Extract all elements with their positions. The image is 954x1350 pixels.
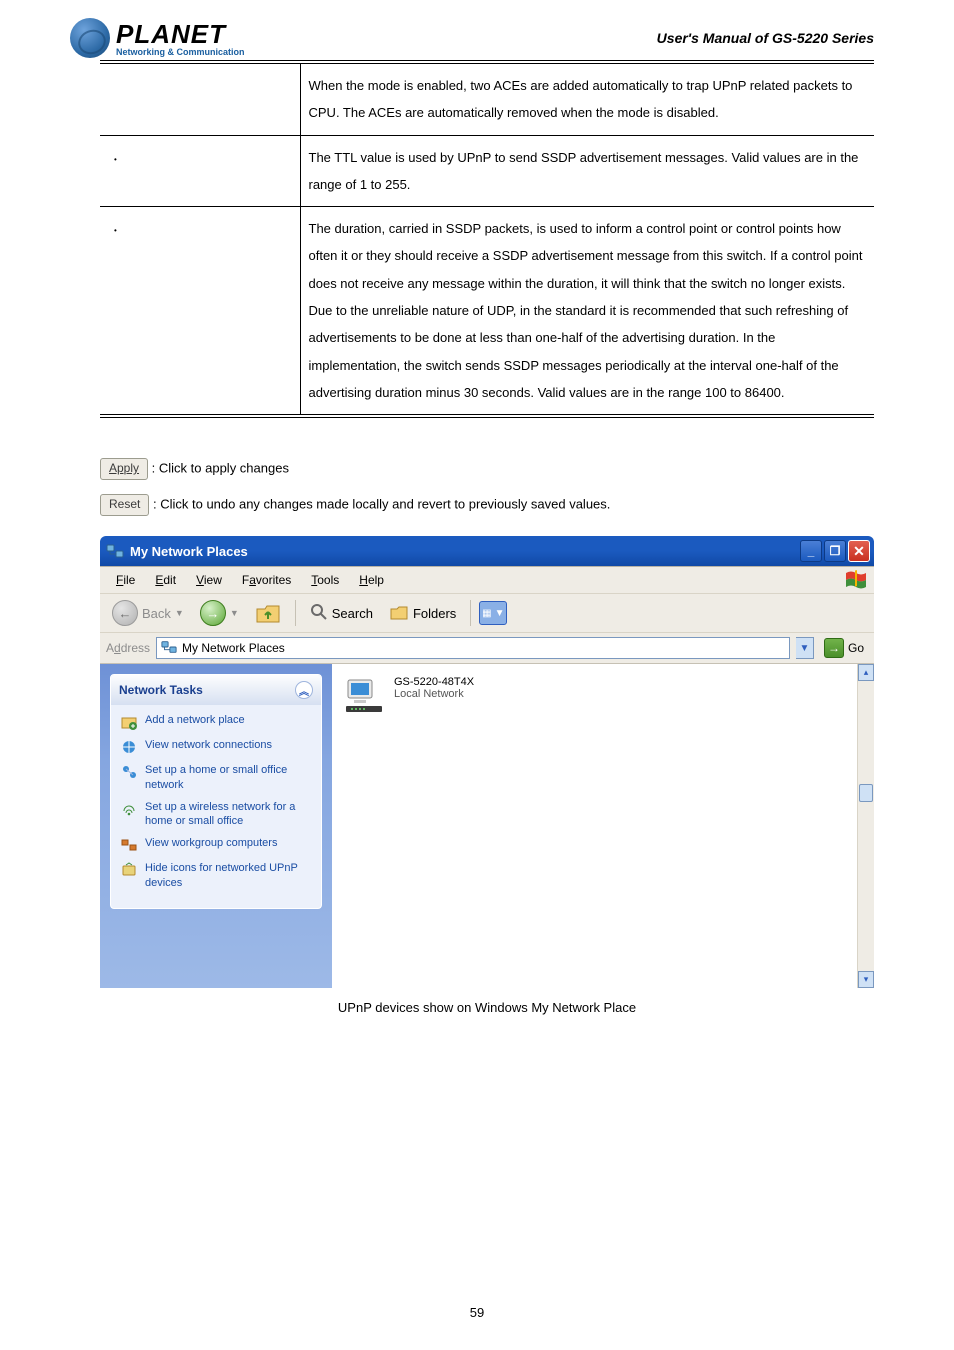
menu-edit[interactable]: Edit xyxy=(145,571,186,589)
restore-button[interactable]: ❐ xyxy=(824,540,846,562)
hide-upnp-icon xyxy=(121,862,137,878)
reset-desc: : Click to undo any changes made locally… xyxy=(153,497,610,512)
titlebar: My Network Places _ ❐ ✕ xyxy=(100,536,874,566)
param-name-cell: • xyxy=(100,135,300,207)
menu-file[interactable]: File xyxy=(106,571,145,589)
separator xyxy=(470,600,471,626)
address-bar: Address My Network Places ▼ → Go xyxy=(100,632,874,663)
scrollbar[interactable]: ▴ ▾ xyxy=(857,664,874,988)
close-icon: ✕ xyxy=(853,543,865,560)
task-home-network[interactable]: Set up a home or small office network xyxy=(121,763,311,792)
scroll-thumb[interactable] xyxy=(859,784,873,802)
task-view-connections[interactable]: View network connections xyxy=(121,738,311,755)
search-button[interactable]: Search xyxy=(304,601,379,626)
window-title: My Network Places xyxy=(130,544,248,559)
explorer-body: Network Tasks ︽ Add a network place View… xyxy=(100,663,874,988)
manual-title: User's Manual of GS-5220 Series xyxy=(657,30,874,46)
button-descriptions: Apply : Click to apply changes Reset : C… xyxy=(100,458,874,516)
folders-button[interactable]: Folders xyxy=(383,601,462,626)
device-name: GS-5220-48T4X xyxy=(394,676,474,688)
figure-caption: UPnP devices show on Windows My Network … xyxy=(100,1000,874,1015)
search-icon xyxy=(310,603,328,624)
bullet-icon: • xyxy=(108,226,117,235)
close-button[interactable]: ✕ xyxy=(848,540,870,562)
device-icon xyxy=(342,676,386,719)
windows-flag-icon xyxy=(844,569,868,591)
task-wireless-network[interactable]: Set up a wireless network for a home or … xyxy=(121,800,311,829)
param-desc-cell: The TTL value is used by UPnP to send SS… xyxy=(300,135,874,207)
menu-tools[interactable]: Tools xyxy=(301,571,349,589)
table-row: • The duration, carried in SSDP packets,… xyxy=(100,207,874,417)
separator xyxy=(295,600,296,626)
go-arrow-icon: → xyxy=(824,638,844,658)
views-icon: ▦ xyxy=(482,608,491,619)
back-arrow-icon: ← xyxy=(112,600,138,626)
address-value: My Network Places xyxy=(182,641,285,655)
scroll-up-icon[interactable]: ▴ xyxy=(858,664,874,681)
views-button[interactable]: ▦▼ xyxy=(479,601,507,625)
apply-button[interactable]: Apply xyxy=(100,458,148,480)
menubar: File Edit View Favorites Tools Help xyxy=(100,566,874,593)
address-input[interactable]: My Network Places xyxy=(156,637,790,659)
chevron-down-icon: ▼ xyxy=(230,608,239,618)
task-workgroup[interactable]: View workgroup computers xyxy=(121,836,311,853)
tasks-heading[interactable]: Network Tasks ︽ xyxy=(111,675,321,705)
workgroup-icon xyxy=(121,837,137,853)
param-desc-cell: The duration, carried in SSDP packets, i… xyxy=(300,207,874,417)
device-location: Local Network xyxy=(394,688,474,700)
network-connections-icon xyxy=(121,739,137,755)
param-name-cell: • xyxy=(100,207,300,417)
network-places-icon xyxy=(106,542,124,560)
task-hide-upnp[interactable]: Hide icons for networked UPnP devices xyxy=(121,861,311,890)
up-folder-button[interactable] xyxy=(249,599,287,627)
table-row: When the mode is enabled, two ACEs are a… xyxy=(100,62,874,135)
address-dropdown[interactable]: ▼ xyxy=(796,637,814,659)
menu-view[interactable]: View xyxy=(186,571,232,589)
page-header: PLANET Networking & Communication User's… xyxy=(0,0,954,60)
home-network-icon xyxy=(121,764,137,780)
add-place-icon xyxy=(121,714,137,730)
collapse-icon[interactable]: ︽ xyxy=(295,681,313,699)
forward-arrow-icon: → xyxy=(200,600,226,626)
brand-tagline: Networking & Communication xyxy=(116,47,245,57)
parameter-table: When the mode is enabled, two ACEs are a… xyxy=(100,60,874,418)
restore-icon: ❐ xyxy=(830,544,841,558)
reset-button[interactable]: Reset xyxy=(100,494,149,516)
network-tasks-box: Network Tasks ︽ Add a network place View… xyxy=(110,674,322,909)
toolbar: ← Back ▼ → ▼ Search xyxy=(100,593,874,632)
minimize-button[interactable]: _ xyxy=(800,540,822,562)
tasks-pane: Network Tasks ︽ Add a network place View… xyxy=(100,664,332,988)
explorer-window: My Network Places _ ❐ ✕ File Edit View F… xyxy=(100,536,874,988)
planet-globe-icon xyxy=(70,18,110,58)
forward-button[interactable]: → ▼ xyxy=(194,598,245,628)
param-desc-cell: When the mode is enabled, two ACEs are a… xyxy=(300,62,874,135)
chevron-down-icon: ▼ xyxy=(495,608,505,619)
go-button[interactable]: → Go xyxy=(820,636,868,660)
network-places-icon xyxy=(161,639,177,658)
address-label: Address xyxy=(106,641,150,655)
folder-up-icon xyxy=(255,601,281,625)
upnp-device-item[interactable]: GS-5220-48T4X Local Network xyxy=(332,664,874,731)
folders-icon xyxy=(389,603,409,624)
menu-favorites[interactable]: Favorites xyxy=(232,571,301,589)
task-add-network-place[interactable]: Add a network place xyxy=(121,713,311,730)
menu-help[interactable]: Help xyxy=(349,571,394,589)
chevron-down-icon: ▼ xyxy=(175,608,184,618)
wireless-icon xyxy=(121,801,137,817)
chevron-down-icon: ▼ xyxy=(800,643,810,654)
apply-desc: : Click to apply changes xyxy=(152,461,289,476)
back-button[interactable]: ← Back ▼ xyxy=(106,598,190,628)
param-name-cell xyxy=(100,62,300,135)
brand-name: PLANET xyxy=(116,19,245,50)
scroll-down-icon[interactable]: ▾ xyxy=(858,971,874,988)
minimize-icon: _ xyxy=(808,544,815,558)
content-pane: GS-5220-48T4X Local Network ▴ ▾ xyxy=(332,664,874,988)
bullet-icon: • xyxy=(108,155,117,164)
table-row: • The TTL value is used by UPnP to send … xyxy=(100,135,874,207)
page-number: 59 xyxy=(0,1305,954,1320)
logo: PLANET Networking & Communication xyxy=(70,18,245,58)
